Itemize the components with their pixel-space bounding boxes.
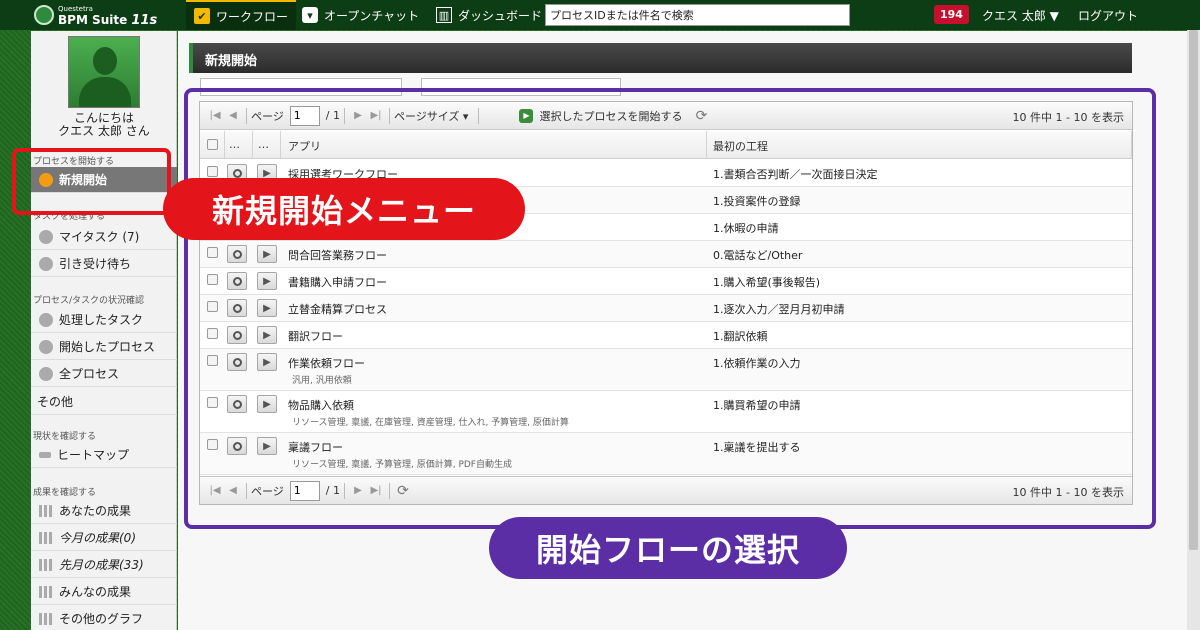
done-task-icon (39, 312, 53, 327)
user-menu[interactable]: クエス 太郎 ▼ (982, 7, 1059, 24)
annotation-frame-flow (184, 88, 1156, 529)
sidebar-item-started-process[interactable]: 開始したプロセス (31, 334, 177, 360)
nav-workflow-label: ワークフロー (216, 9, 289, 24)
sidebar: こんにちは クエス 太郎 さん プロセスを開始する 新規開始 タスクを処理する … (31, 31, 177, 630)
section-result: 成果を確認する (33, 488, 97, 498)
sidebar-item-month-result[interactable]: 今月の成果(0) (31, 525, 177, 551)
nav-open-chat-label: オープンチャット (324, 8, 420, 23)
greeting-user: クエス 太郎 さん (58, 124, 150, 138)
page-title: 新規開始 (189, 43, 1132, 73)
dashboard-icon: ▥ (436, 7, 452, 23)
top-navigation-bar: Questetra BPM Suite 11s ✔ ワークフロー ▾ オープンチ… (0, 0, 1200, 30)
sidebar-item-other-graph[interactable]: その他のグラフ (31, 606, 177, 630)
sidebar-item-last-month-result[interactable]: 先月の成果(33) (31, 552, 177, 578)
sidebar-item-everyone-result[interactable]: みんなの成果 (31, 579, 177, 605)
callout-flow-select: 開始フローの選択 (489, 517, 847, 579)
sidebar-item-label: 先月の成果(33) (59, 558, 144, 572)
nav-dashboard-label: ダッシュボード (458, 8, 543, 23)
bar-chart-icon (39, 531, 53, 544)
sidebar-item-label: 処理したタスク (59, 313, 144, 327)
sidebar-item-label: 開始したプロセス (59, 340, 156, 354)
bar-chart-icon (39, 558, 53, 571)
search-input[interactable] (545, 4, 850, 26)
avatar-body-icon (79, 77, 131, 107)
all-process-icon (39, 366, 53, 381)
logo-mark-icon (34, 5, 54, 25)
page-scrollbar[interactable] (1187, 30, 1200, 630)
notification-badge[interactable]: 194 (934, 5, 969, 24)
sidebar-item-label: 引き受け待ち (59, 257, 132, 271)
sidebar-item-label: マイタスク (7) (59, 230, 140, 244)
sidebar-item-label: みんなの成果 (59, 585, 132, 599)
checkbox-icon: ✔ (194, 8, 210, 24)
avatar-head-icon (93, 47, 117, 75)
nav-open-chat[interactable]: ▾ オープンチャット (302, 0, 419, 30)
heatmap-icon (39, 451, 51, 458)
app-logo[interactable]: Questetra BPM Suite 11s (34, 4, 158, 28)
sidebar-item-heatmap[interactable]: ヒートマップ (31, 442, 177, 468)
callout-new-start-menu: 新規開始メニュー (163, 178, 525, 240)
sidebar-item-my-task[interactable]: マイタスク (7) (31, 224, 177, 250)
bar-chart-icon (39, 585, 53, 598)
started-process-icon (39, 339, 53, 354)
nav-dashboard[interactable]: ▥ ダッシュボード (436, 0, 542, 30)
sidebar-item-done-task[interactable]: 処理したタスク (31, 307, 177, 333)
bar-chart-icon (39, 612, 53, 625)
sidebar-item-label: その他のグラフ (59, 612, 144, 626)
my-task-icon (39, 229, 53, 244)
hand-icon (39, 256, 53, 271)
bar-chart-icon (39, 504, 53, 517)
sidebar-item-label: 今月の成果(0) (59, 531, 136, 545)
sidebar-item-label: あなたの成果 (59, 504, 132, 518)
logo-text: BPM Suite (58, 13, 128, 27)
avatar[interactable] (68, 36, 140, 108)
logout-link[interactable]: ログアウト (1078, 7, 1138, 24)
chat-bubble-icon: ▾ (302, 7, 318, 23)
sidebar-item-other[interactable]: その他 (31, 389, 177, 415)
sidebar-item-all-process[interactable]: 全プロセス (31, 361, 177, 387)
sidebar-item-label: ヒートマップ (57, 448, 130, 462)
sidebar-item-label: 全プロセス (59, 367, 120, 381)
logo-version: 11s (131, 13, 158, 28)
annotation-frame-menu (12, 148, 171, 215)
sidebar-item-pending[interactable]: 引き受け待ち (31, 251, 177, 277)
section-current: 現状を確認する (33, 432, 97, 442)
sidebar-item-your-result[interactable]: あなたの成果 (31, 498, 177, 524)
section-status: プロセス/タスクの状況確認 (33, 296, 145, 306)
nav-workflow[interactable]: ✔ ワークフロー (186, 0, 297, 30)
scrollbar-thumb[interactable] (1189, 30, 1198, 550)
sidebar-item-label: その他 (37, 395, 74, 409)
